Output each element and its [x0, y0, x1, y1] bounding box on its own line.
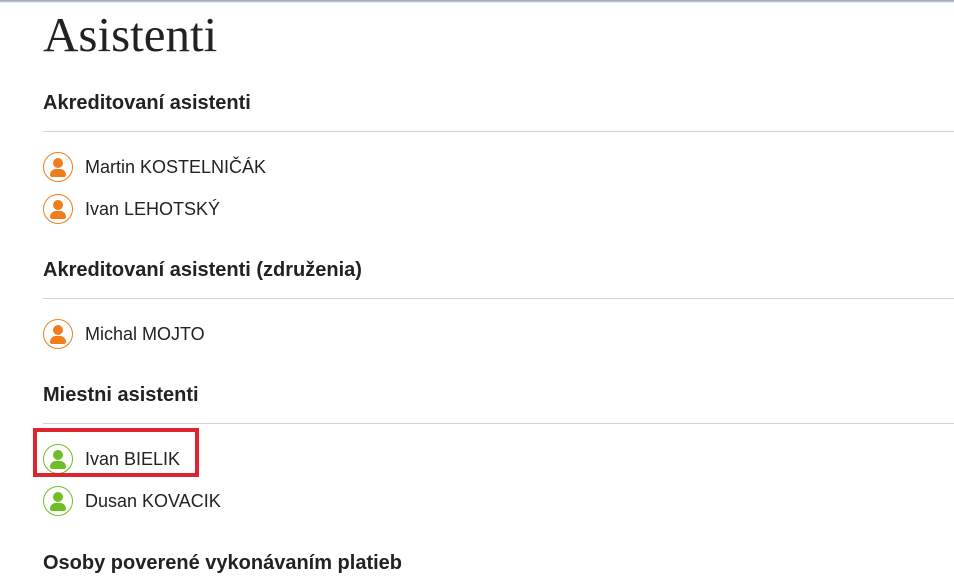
section-heading-payment-persons: Osoby poverené vykonávaním platieb: [43, 552, 403, 574]
section-heading-accredited-associations: Akreditovaní asistenti (združenia): [43, 259, 362, 281]
section-divider: [43, 131, 954, 132]
person-name-link[interactable]: Martin KOSTELNIČÁK: [85, 156, 266, 178]
section-divider: [43, 423, 954, 424]
page-title: Asistenti: [43, 7, 218, 62]
person-item[interactable]: Dusan KOVACIK: [43, 485, 221, 517]
section-divider: [43, 298, 954, 299]
section-heading-local: Miestni asistenti: [43, 384, 199, 406]
person-name-link[interactable]: Dusan KOVACIK: [85, 490, 221, 512]
person-item[interactable]: Martin KOSTELNIČÁK: [43, 151, 266, 183]
person-icon: [43, 319, 73, 349]
person-icon: [43, 194, 73, 224]
person-name-link[interactable]: Ivan LEHOTSKÝ: [85, 198, 220, 220]
section-heading-accredited: Akreditovaní asistenti: [43, 92, 251, 114]
person-item[interactable]: Ivan LEHOTSKÝ: [43, 193, 220, 225]
person-item[interactable]: Michal MOJTO: [43, 318, 205, 350]
person-name-link[interactable]: Michal MOJTO: [85, 323, 205, 345]
person-icon: [43, 486, 73, 516]
person-icon: [43, 152, 73, 182]
highlight-box: [33, 428, 199, 477]
